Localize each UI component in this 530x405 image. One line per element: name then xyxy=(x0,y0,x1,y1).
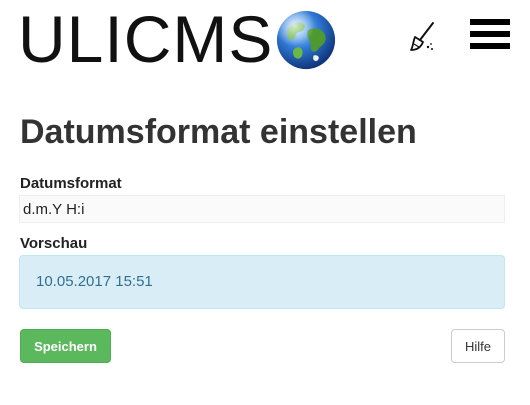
preview-label: Vorschau xyxy=(20,235,88,252)
save-button[interactable]: Speichern xyxy=(20,329,111,363)
preview-value: 10.05.2017 15:51 xyxy=(36,273,153,290)
page-title: Datumsformat einstellen xyxy=(20,113,417,151)
page: ULICMS Datumsformat einstellen Datumsfor… xyxy=(0,0,530,405)
help-button[interactable]: Hilfe xyxy=(451,329,505,363)
menu-bar xyxy=(470,43,510,49)
header: ULICMS xyxy=(0,0,530,80)
date-format-label: Datumsformat xyxy=(20,175,122,192)
hamburger-menu-icon[interactable] xyxy=(470,16,510,50)
date-format-input[interactable] xyxy=(19,195,505,223)
logo[interactable]: ULICMS xyxy=(18,6,337,72)
globe-icon xyxy=(277,10,336,70)
menu-bar xyxy=(470,31,510,37)
menu-bar xyxy=(470,19,510,25)
logo-text: ULICMS xyxy=(18,2,274,76)
preview-box: 10.05.2017 15:51 xyxy=(19,255,505,309)
broom-icon[interactable] xyxy=(406,20,440,52)
